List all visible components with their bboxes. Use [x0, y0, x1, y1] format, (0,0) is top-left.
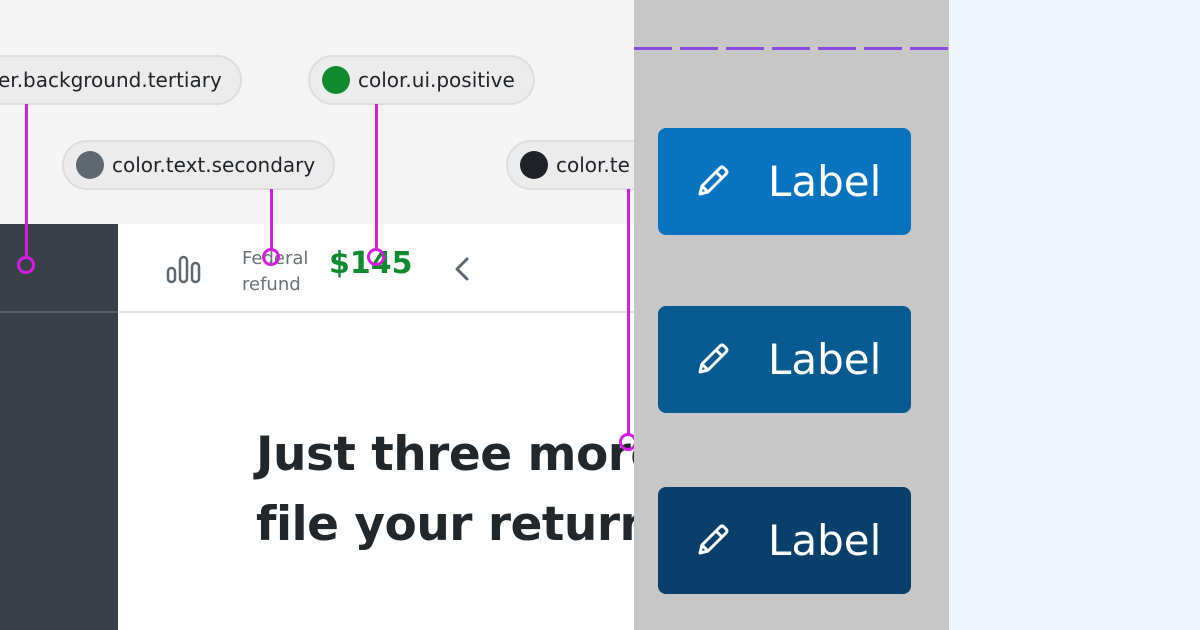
- token-label: color.te: [556, 153, 630, 177]
- annotation-ring: [262, 248, 280, 266]
- token-pill-text-primary: color.te: [506, 140, 634, 190]
- chart-bars-icon[interactable]: [166, 254, 202, 284]
- annotation-leader: [270, 189, 273, 249]
- token-pill-text-secondary: color.text.secondary: [62, 140, 336, 190]
- chevron-left-icon[interactable]: [452, 254, 472, 284]
- token-pill-ui-positive: color.ui.positive: [308, 55, 535, 105]
- topbar-divider: [118, 311, 634, 313]
- refund-label-line2: refund: [242, 274, 301, 295]
- pencil-icon: [698, 343, 729, 374]
- annotation-ring: [17, 256, 35, 274]
- button-label: Label: [768, 516, 882, 565]
- token-label: color.ui.positive: [358, 68, 515, 92]
- right-background-panel: [949, 0, 1200, 630]
- label-button-hover[interactable]: Label: [658, 306, 911, 413]
- token-label: color.text.secondary: [112, 153, 316, 177]
- annotation-leader: [25, 104, 28, 256]
- heading-line2: file your returns: [256, 497, 634, 552]
- button-states-panel: Label Label Label: [634, 0, 949, 630]
- dashed-guide-line: [634, 47, 949, 50]
- sidebar: [0, 224, 118, 630]
- annotated-ui-panel: er.background.tertiary color.ui.positive…: [0, 0, 634, 630]
- main-content: Federal refund $145 Just three more file…: [118, 224, 634, 630]
- token-label: er.background.tertiary: [0, 68, 222, 92]
- annotation-ring: [619, 433, 634, 451]
- sidebar-divider: [0, 311, 118, 313]
- color-swatch: [520, 151, 548, 179]
- button-label: Label: [768, 157, 882, 206]
- color-swatch: [322, 66, 350, 94]
- color-swatch: [76, 151, 104, 179]
- heading-line1: Just three more: [256, 427, 634, 482]
- label-button-default[interactable]: Label: [658, 128, 911, 235]
- annotation-ring: [367, 248, 385, 266]
- pencil-icon: [698, 165, 729, 196]
- pencil-icon: [698, 524, 729, 555]
- page-heading: Just three more file your returns: [256, 420, 634, 560]
- label-button-pressed[interactable]: Label: [658, 487, 911, 594]
- token-pill-background-tertiary: er.background.tertiary: [0, 55, 242, 105]
- annotation-leader: [627, 189, 630, 435]
- annotation-leader: [375, 104, 378, 250]
- button-label: Label: [768, 335, 882, 384]
